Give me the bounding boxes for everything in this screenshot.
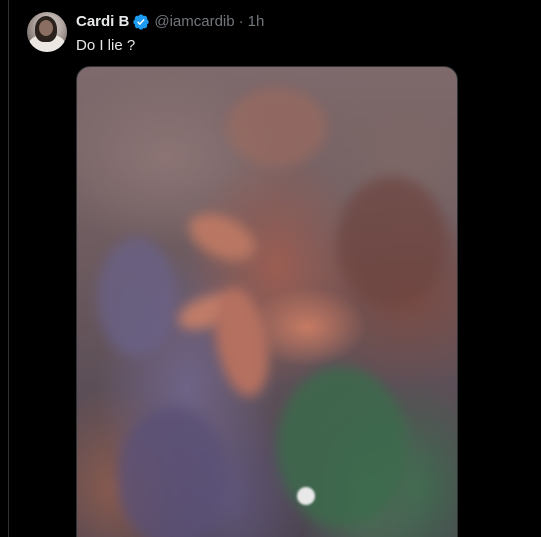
photo-region (297, 487, 315, 505)
photo-region (181, 204, 263, 270)
author-handle[interactable]: @iamcardib (154, 12, 234, 32)
photo-region (227, 87, 327, 167)
tweet-timestamp[interactable]: 1h (248, 12, 265, 32)
avatar-face-shape (39, 20, 53, 36)
photo-region (117, 407, 227, 537)
header-separator: · (238, 13, 244, 30)
photo-region (277, 367, 407, 527)
tweet-photo[interactable] (76, 66, 458, 537)
tweet-header: Cardi B @iamcardib · 1h (76, 12, 264, 32)
tweet-text: Do I lie ? (76, 37, 136, 54)
verified-badge-icon (132, 13, 150, 31)
avatar[interactable] (27, 12, 67, 52)
photo-region (97, 237, 177, 357)
tweet[interactable]: Cardi B @iamcardib · 1h Do I lie ? (0, 0, 541, 537)
photo-region (337, 177, 447, 307)
author-name[interactable]: Cardi B (76, 12, 129, 32)
timeline-divider (8, 0, 9, 537)
